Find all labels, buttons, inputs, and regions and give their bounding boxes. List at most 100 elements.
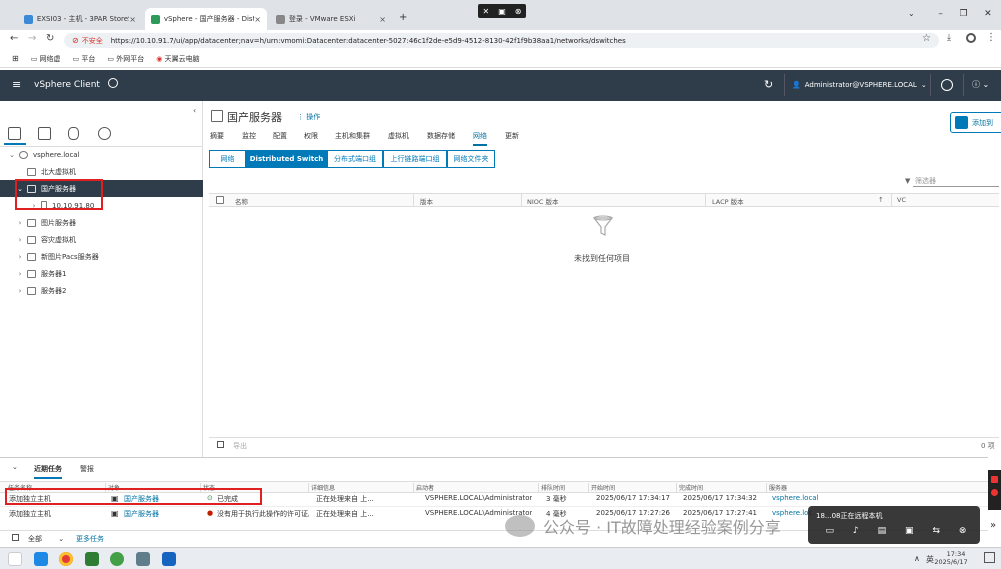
collapse-tasks-icon[interactable]: ⌄: [12, 463, 18, 471]
reload-icon[interactable]: ↻: [46, 33, 54, 44]
user-menu[interactable]: 👤 Administrator@VSPHERE.LOCAL ⌄: [792, 81, 927, 89]
bookmark-item[interactable]: ▭ 外网平台: [107, 54, 144, 64]
back-icon[interactable]: ←: [10, 33, 18, 44]
close-remote-icon[interactable]: ⊗: [515, 7, 522, 16]
chevron-down-icon[interactable]: ⌄: [8, 151, 16, 159]
minimize-icon[interactable]: –: [938, 9, 943, 19]
close-tab-icon[interactable]: ×: [379, 15, 386, 24]
remote-app-icon[interactable]: [162, 552, 176, 566]
bookmark-item[interactable]: ◉ 天翼云电脑: [156, 54, 199, 64]
task-object-link[interactable]: 国产服务器: [124, 509, 159, 519]
chevron-right-icon[interactable]: ›: [16, 253, 24, 261]
edge-browser-icon[interactable]: [34, 552, 48, 566]
column-toggle-icon[interactable]: [12, 534, 19, 541]
column-toggle-icon[interactable]: [217, 441, 224, 448]
tree-item-datacenter[interactable]: › 新图片Pacs服务器: [0, 248, 203, 265]
tree-item-datacenter[interactable]: 北大虚拟机: [0, 163, 203, 180]
tools-app-icon[interactable]: [136, 552, 150, 566]
chrome-browser-icon[interactable]: [59, 552, 73, 566]
refresh-icon[interactable]: ↻: [764, 78, 773, 91]
segment-uplink-port-groups[interactable]: 上行链路端口组: [383, 150, 447, 168]
column-header-version[interactable]: 版本: [420, 196, 433, 206]
screen-share-icon[interactable]: ▣: [905, 526, 914, 536]
camera-icon[interactable]: [991, 489, 998, 496]
chat-icon[interactable]: ▭: [825, 526, 834, 536]
browser-tab-vsphere[interactable]: vSphere - 国产服务器 - Distrib ×: [145, 8, 267, 30]
vms-templates-view-icon[interactable]: [38, 127, 51, 140]
tab-summary[interactable]: 摘要: [210, 131, 224, 141]
microphone-icon[interactable]: ♪: [853, 526, 859, 536]
wechat-app-icon[interactable]: [110, 552, 124, 566]
maximize-icon[interactable]: ❐: [959, 9, 967, 19]
end-session-icon[interactable]: ⊗: [959, 526, 967, 536]
tree-item-datacenter[interactable]: › 图片服务器: [0, 214, 203, 231]
tab-networks[interactable]: 网络: [473, 131, 487, 146]
tab-datastores[interactable]: 数据存储: [427, 131, 455, 141]
chevron-right-icon[interactable]: ›: [16, 219, 24, 227]
download-icon[interactable]: ⤓: [947, 33, 951, 43]
record-icon[interactable]: [991, 476, 998, 483]
segment-networks[interactable]: 网络: [209, 150, 246, 168]
hosts-clusters-view-icon[interactable]: [8, 127, 21, 140]
segment-network-folders[interactable]: 网络文件夹: [447, 150, 495, 168]
add-to-button[interactable]: 添加到: [950, 112, 1001, 133]
networking-view-icon[interactable]: [98, 127, 111, 140]
hamburger-menu-icon[interactable]: ≡: [12, 78, 21, 91]
switch-icon[interactable]: ⇆: [932, 526, 940, 536]
help-icon[interactable]: ⓘ ⌄: [972, 79, 989, 90]
tree-item-vsphere-local[interactable]: ⌄ vsphere.local: [0, 146, 203, 163]
tree-item-datacenter[interactable]: › 服务器1: [0, 265, 203, 282]
tray-chevron-up-icon[interactable]: ∧: [914, 554, 920, 563]
new-tab-button[interactable]: +: [399, 12, 407, 23]
close-tab-icon[interactable]: ×: [129, 15, 136, 24]
storage-view-icon[interactable]: [68, 127, 79, 140]
forward-icon[interactable]: →: [28, 33, 36, 44]
export-link[interactable]: 导出: [233, 441, 247, 451]
tab-updates[interactable]: 更新: [505, 131, 519, 141]
select-all-checkbox[interactable]: [216, 196, 224, 204]
global-search-icon[interactable]: [108, 78, 118, 88]
tab-search-icon[interactable]: ⌄: [908, 9, 915, 18]
chevron-right-icon[interactable]: ›: [16, 270, 24, 278]
chevron-right-icon[interactable]: ›: [16, 236, 24, 244]
tree-item-datacenter[interactable]: › 容灾虚拟机: [0, 231, 203, 248]
browser-tab-esxi-login[interactable]: 登录 - VMware ESXi ×: [270, 8, 392, 30]
tab-permissions[interactable]: 权限: [304, 131, 318, 141]
segment-distributed-switch[interactable]: Distributed Switch: [246, 150, 327, 168]
bookmark-star-icon[interactable]: ☆: [922, 33, 931, 44]
bookmark-item[interactable]: ▭ 网络虚: [31, 54, 61, 64]
ime-indicator[interactable]: 英: [926, 554, 934, 565]
task-filter-select[interactable]: 全部 ⌄: [28, 534, 70, 544]
collapse-panel-icon[interactable]: ‹: [193, 106, 196, 115]
column-header-lacp[interactable]: LACP 版本: [712, 196, 744, 206]
actions-menu[interactable]: ⋮ 操作: [297, 112, 320, 122]
tab-recent-tasks[interactable]: 近期任务: [34, 464, 62, 479]
column-header-name[interactable]: 名称: [235, 196, 248, 206]
screen-icon[interactable]: ▣: [498, 7, 506, 16]
apps-grid-icon[interactable]: ⊞: [12, 54, 19, 63]
browser-tab-exsi03[interactable]: EXSI03 - 主机 - 3PAR StoreSe ×: [18, 8, 142, 30]
bookmark-item[interactable]: ▭ 平台: [73, 54, 96, 64]
sort-arrow-up-icon[interactable]: ↑: [878, 196, 884, 204]
column-header-nioc[interactable]: NIOC 版本: [527, 196, 559, 206]
close-tab-icon[interactable]: ×: [254, 15, 261, 24]
more-tasks-link[interactable]: 更多任务: [76, 534, 104, 544]
filter-input[interactable]: 筛选器: [913, 173, 999, 187]
file-transfer-icon[interactable]: ▤: [878, 526, 887, 536]
close-window-icon[interactable]: ✕: [984, 9, 992, 19]
task-server-link[interactable]: vsphere.local: [772, 494, 819, 502]
green-app-icon[interactable]: [85, 552, 99, 566]
url-input[interactable]: ⊘ 不安全 https://10.10.91.7/ui/app/datacent…: [64, 33, 939, 48]
profile-icon[interactable]: [966, 33, 976, 43]
column-header-vc[interactable]: VC: [897, 196, 906, 204]
tab-configure[interactable]: 配置: [273, 131, 287, 141]
expand-right-icon[interactable]: »: [990, 520, 996, 531]
clock[interactable]: 17:34 2025/6/17: [934, 550, 968, 566]
start-windows-icon[interactable]: [8, 552, 22, 566]
notification-icon[interactable]: [984, 552, 995, 563]
tab-hosts-clusters[interactable]: 主机和集群: [335, 131, 370, 141]
tab-monitor[interactable]: 监控: [242, 131, 256, 141]
tree-item-datacenter[interactable]: › 服务器2: [0, 282, 203, 299]
browser-menu-icon[interactable]: ⋮: [986, 32, 996, 43]
chevron-right-icon[interactable]: ›: [16, 287, 24, 295]
